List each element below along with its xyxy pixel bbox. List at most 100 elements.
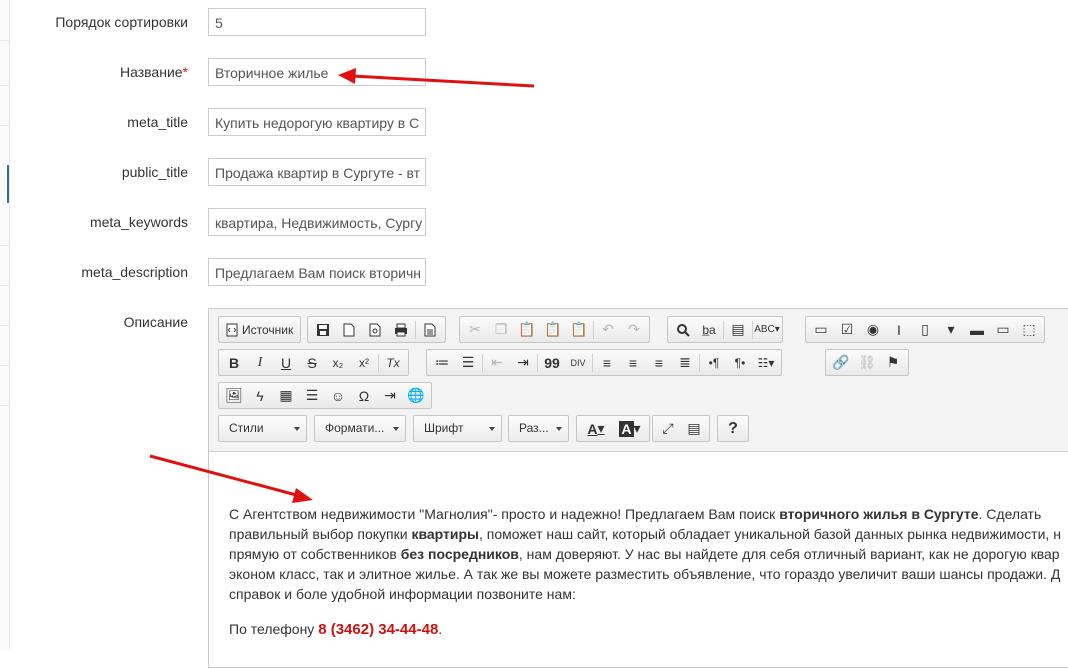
textarea-icon[interactable]: ▯: [912, 318, 938, 342]
source-button[interactable]: Источник: [221, 318, 298, 342]
horizontal-rule-icon[interactable]: ☰: [299, 384, 325, 408]
smiley-icon[interactable]: ☺: [325, 384, 351, 408]
numbered-list-icon[interactable]: ≔: [429, 351, 455, 375]
toolbar-group-tools: ⤢ ▤: [652, 415, 710, 442]
toolbar-group-forms: ▭ ☑ ◉ I ▯ ▾ ▬ ▭ ⬚: [805, 316, 1045, 343]
toolbar-group-paragraph: ≔ ☰ ⇤ ⇥ 99 DIV ≡ ≡ ≡ ≣ •¶ ¶• ☷▾: [426, 349, 782, 376]
meta-description-input[interactable]: Предлагаем Вам поиск вторичн: [208, 258, 426, 286]
public-title-input[interactable]: Продажа квартир в Сургуте - вт: [208, 158, 426, 186]
save-icon[interactable]: [310, 318, 336, 342]
toolbar-group-file: [307, 316, 446, 343]
align-center-icon[interactable]: ≡: [620, 351, 646, 375]
strike-button[interactable]: S: [299, 351, 325, 375]
maximize-icon[interactable]: ⤢: [655, 417, 681, 441]
about-help-button[interactable]: ?: [720, 417, 746, 441]
styles-dropdown[interactable]: Стили: [218, 415, 307, 442]
print-icon[interactable]: [388, 318, 414, 342]
show-blocks-icon[interactable]: ▤: [681, 417, 707, 441]
paste-text-icon[interactable]: 📋: [540, 318, 566, 342]
meta-keywords-input[interactable]: квартира, Недвижимость, Сургу: [208, 208, 426, 236]
toolbar-group-document: Источник: [218, 316, 302, 343]
radio-icon[interactable]: ◉: [860, 318, 886, 342]
link-icon[interactable]: 🔗: [828, 351, 854, 375]
redo-icon[interactable]: ↷: [621, 318, 647, 342]
form-icon[interactable]: ▭: [808, 318, 834, 342]
content-line-2: правильный выбор покупки квартиры, помож…: [229, 526, 1061, 542]
toolbar-group-insert: 🖼 ϟ ▦ ☰ ☺ Ω ⇥ 🌐: [218, 382, 432, 409]
editor-content-area[interactable]: С Агентством недвижимости "Магнолия"- пр…: [229, 504, 1068, 640]
anchor-flag-icon[interactable]: ⚑: [880, 351, 906, 375]
find-icon[interactable]: [670, 318, 696, 342]
toolbar-group-colors: A ▾ A ▾: [576, 415, 650, 442]
unlink-icon[interactable]: ⛓: [854, 351, 880, 375]
ltr-icon[interactable]: •¶: [701, 351, 727, 375]
form-row-sort: Порядок сортировки 5: [0, 8, 1068, 38]
sort-label: Порядок сортировки: [55, 14, 188, 30]
cut-icon[interactable]: ✂: [462, 318, 488, 342]
bg-color-button[interactable]: A ▾: [613, 417, 647, 441]
content-line-4: эконом класс, так и элитное жилье. А так…: [229, 566, 1061, 582]
toolbar-group-find: b̲a ▤ ABC▾: [667, 316, 783, 343]
required-marker: *: [182, 64, 188, 80]
image-icon[interactable]: 🖼: [221, 384, 247, 408]
meta-keywords-label: meta_keywords: [89, 214, 188, 230]
phone-number: 8 (3462) 34-44-48: [318, 621, 439, 638]
content-phone-line: По телефону 8 (3462) 34-44-48.: [229, 621, 443, 638]
button-field-icon[interactable]: ▬: [964, 318, 990, 342]
replace-icon[interactable]: b̲a: [696, 318, 722, 342]
copy-icon[interactable]: ❐: [488, 318, 514, 342]
editor-toolbar: Источник ✂ ❐ 📋 📋 📋 ↶ ↷ b̲a ▤ ABC▾ ▭ ☑ ◉ …: [209, 309, 1068, 452]
rtl-icon[interactable]: ¶•: [727, 351, 753, 375]
content-line-5: справок и боле удобной информации позвон…: [229, 586, 576, 602]
iframe-globe-icon[interactable]: 🌐: [403, 384, 429, 408]
undo-icon[interactable]: ↶: [595, 318, 621, 342]
form-row-meta-keywords: meta_keywords квартира, Недвижимость, Су…: [0, 208, 1068, 238]
table-icon[interactable]: ▦: [273, 384, 299, 408]
underline-button[interactable]: U: [273, 351, 299, 375]
toolbar-group-clipboard: ✂ ❐ 📋 📋 📋 ↶ ↷: [459, 316, 650, 343]
bold-button[interactable]: B: [221, 351, 247, 375]
preview-icon[interactable]: [362, 318, 388, 342]
remove-format-button[interactable]: Tx: [380, 351, 406, 375]
outdent-icon[interactable]: ⇤: [484, 351, 510, 375]
text-color-button[interactable]: A ▾: [579, 417, 613, 441]
sort-input[interactable]: 5: [208, 8, 426, 36]
form-row-public-title: public_title Продажа квартир в Сургуте -…: [0, 158, 1068, 188]
spellcheck-icon[interactable]: ABC▾: [754, 318, 780, 342]
image-button-icon[interactable]: ▭: [990, 318, 1016, 342]
superscript-button[interactable]: x²: [351, 351, 377, 375]
meta-title-label: meta_title: [127, 114, 188, 130]
page-break-icon[interactable]: ⇥: [377, 384, 403, 408]
special-char-button[interactable]: Ω: [351, 384, 377, 408]
select-field-icon[interactable]: ▾: [938, 318, 964, 342]
align-right-icon[interactable]: ≡: [646, 351, 672, 375]
form-row-description: Описание: [0, 308, 200, 338]
italic-button[interactable]: I: [247, 351, 273, 375]
checkbox-icon[interactable]: ☑: [834, 318, 860, 342]
paste-word-icon[interactable]: 📋: [566, 318, 592, 342]
paste-icon[interactable]: 📋: [514, 318, 540, 342]
new-page-icon[interactable]: [336, 318, 362, 342]
align-justify-icon[interactable]: ≣: [672, 351, 698, 375]
flash-icon[interactable]: ϟ: [247, 384, 273, 408]
subscript-button[interactable]: x₂: [325, 351, 351, 375]
div-button[interactable]: DIV: [565, 351, 591, 375]
hidden-field-icon[interactable]: ⬚: [1016, 318, 1042, 342]
indent-icon[interactable]: ⇥: [510, 351, 536, 375]
textfield-icon[interactable]: I: [886, 318, 912, 342]
align-left-icon[interactable]: ≡: [594, 351, 620, 375]
content-line-3: прямую от собственников без посредников,…: [229, 546, 1060, 562]
meta-title-input[interactable]: Купить недорогую квартиру в С: [208, 108, 426, 136]
meta-description-label: meta_description: [81, 264, 188, 280]
name-input[interactable]: Вторичное жилье: [208, 58, 426, 86]
size-dropdown[interactable]: Раз...: [508, 415, 569, 442]
format-dropdown[interactable]: Формати...: [314, 415, 406, 442]
templates-icon[interactable]: [417, 318, 443, 342]
select-all-icon[interactable]: ▤: [725, 318, 751, 342]
font-dropdown[interactable]: Шрифт: [413, 415, 502, 442]
blockquote-button[interactable]: 99: [539, 351, 565, 375]
language-icon[interactable]: ☷▾: [753, 351, 779, 375]
bulleted-list-icon[interactable]: ☰: [455, 351, 481, 375]
toolbar-group-links: 🔗 ⛓ ⚑: [825, 349, 909, 376]
toolbar-group-about: ?: [717, 415, 749, 442]
